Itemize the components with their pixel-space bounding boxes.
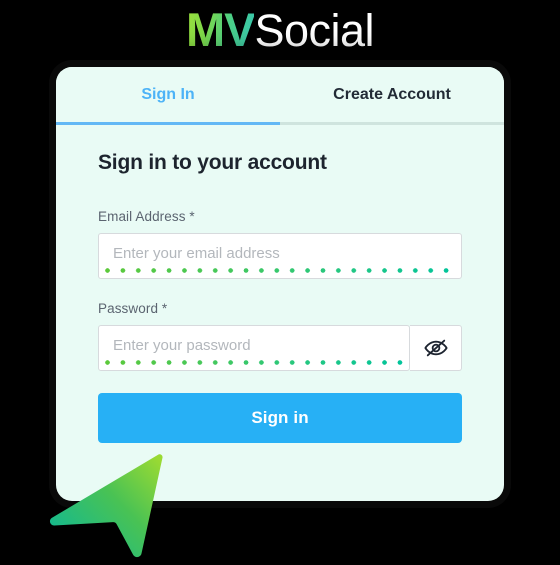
eye-off-icon (423, 335, 449, 361)
password-input-wrap (98, 325, 462, 371)
tab-create-account[interactable]: Create Account (280, 67, 504, 122)
login-card: Sign In Create Account Sign in to your a… (56, 67, 504, 501)
brand-logo: MV Social (185, 2, 375, 56)
email-accent-dots (105, 268, 455, 273)
tab-underline (56, 122, 504, 125)
email-label: Email Address * (98, 209, 195, 224)
tab-sign-in[interactable]: Sign In (56, 67, 280, 122)
tab-underline-active (56, 122, 280, 125)
password-accent-dots (105, 360, 403, 365)
tab-sign-in-label: Sign In (141, 85, 195, 103)
form-title: Sign in to your account (98, 151, 327, 174)
tab-underline-inactive (280, 122, 504, 125)
brand-header: MV Social (0, 0, 560, 58)
tab-create-account-label: Create Account (333, 85, 451, 103)
email-input-box[interactable] (98, 233, 462, 279)
auth-tabs: Sign In Create Account (56, 67, 504, 122)
sign-in-button[interactable]: Sign in (98, 393, 462, 443)
sign-in-form: Sign in to your account Email Address * … (56, 125, 504, 443)
brand-mark: MV (185, 2, 255, 56)
brand-name: Social (254, 4, 375, 56)
password-visibility-toggle[interactable] (410, 325, 462, 371)
password-input-box[interactable] (98, 325, 410, 371)
password-label: Password * (98, 301, 168, 316)
email-input-wrap (98, 233, 462, 279)
email-field-group: Email Address * (98, 209, 462, 279)
password-field-group: Password * (98, 301, 462, 371)
